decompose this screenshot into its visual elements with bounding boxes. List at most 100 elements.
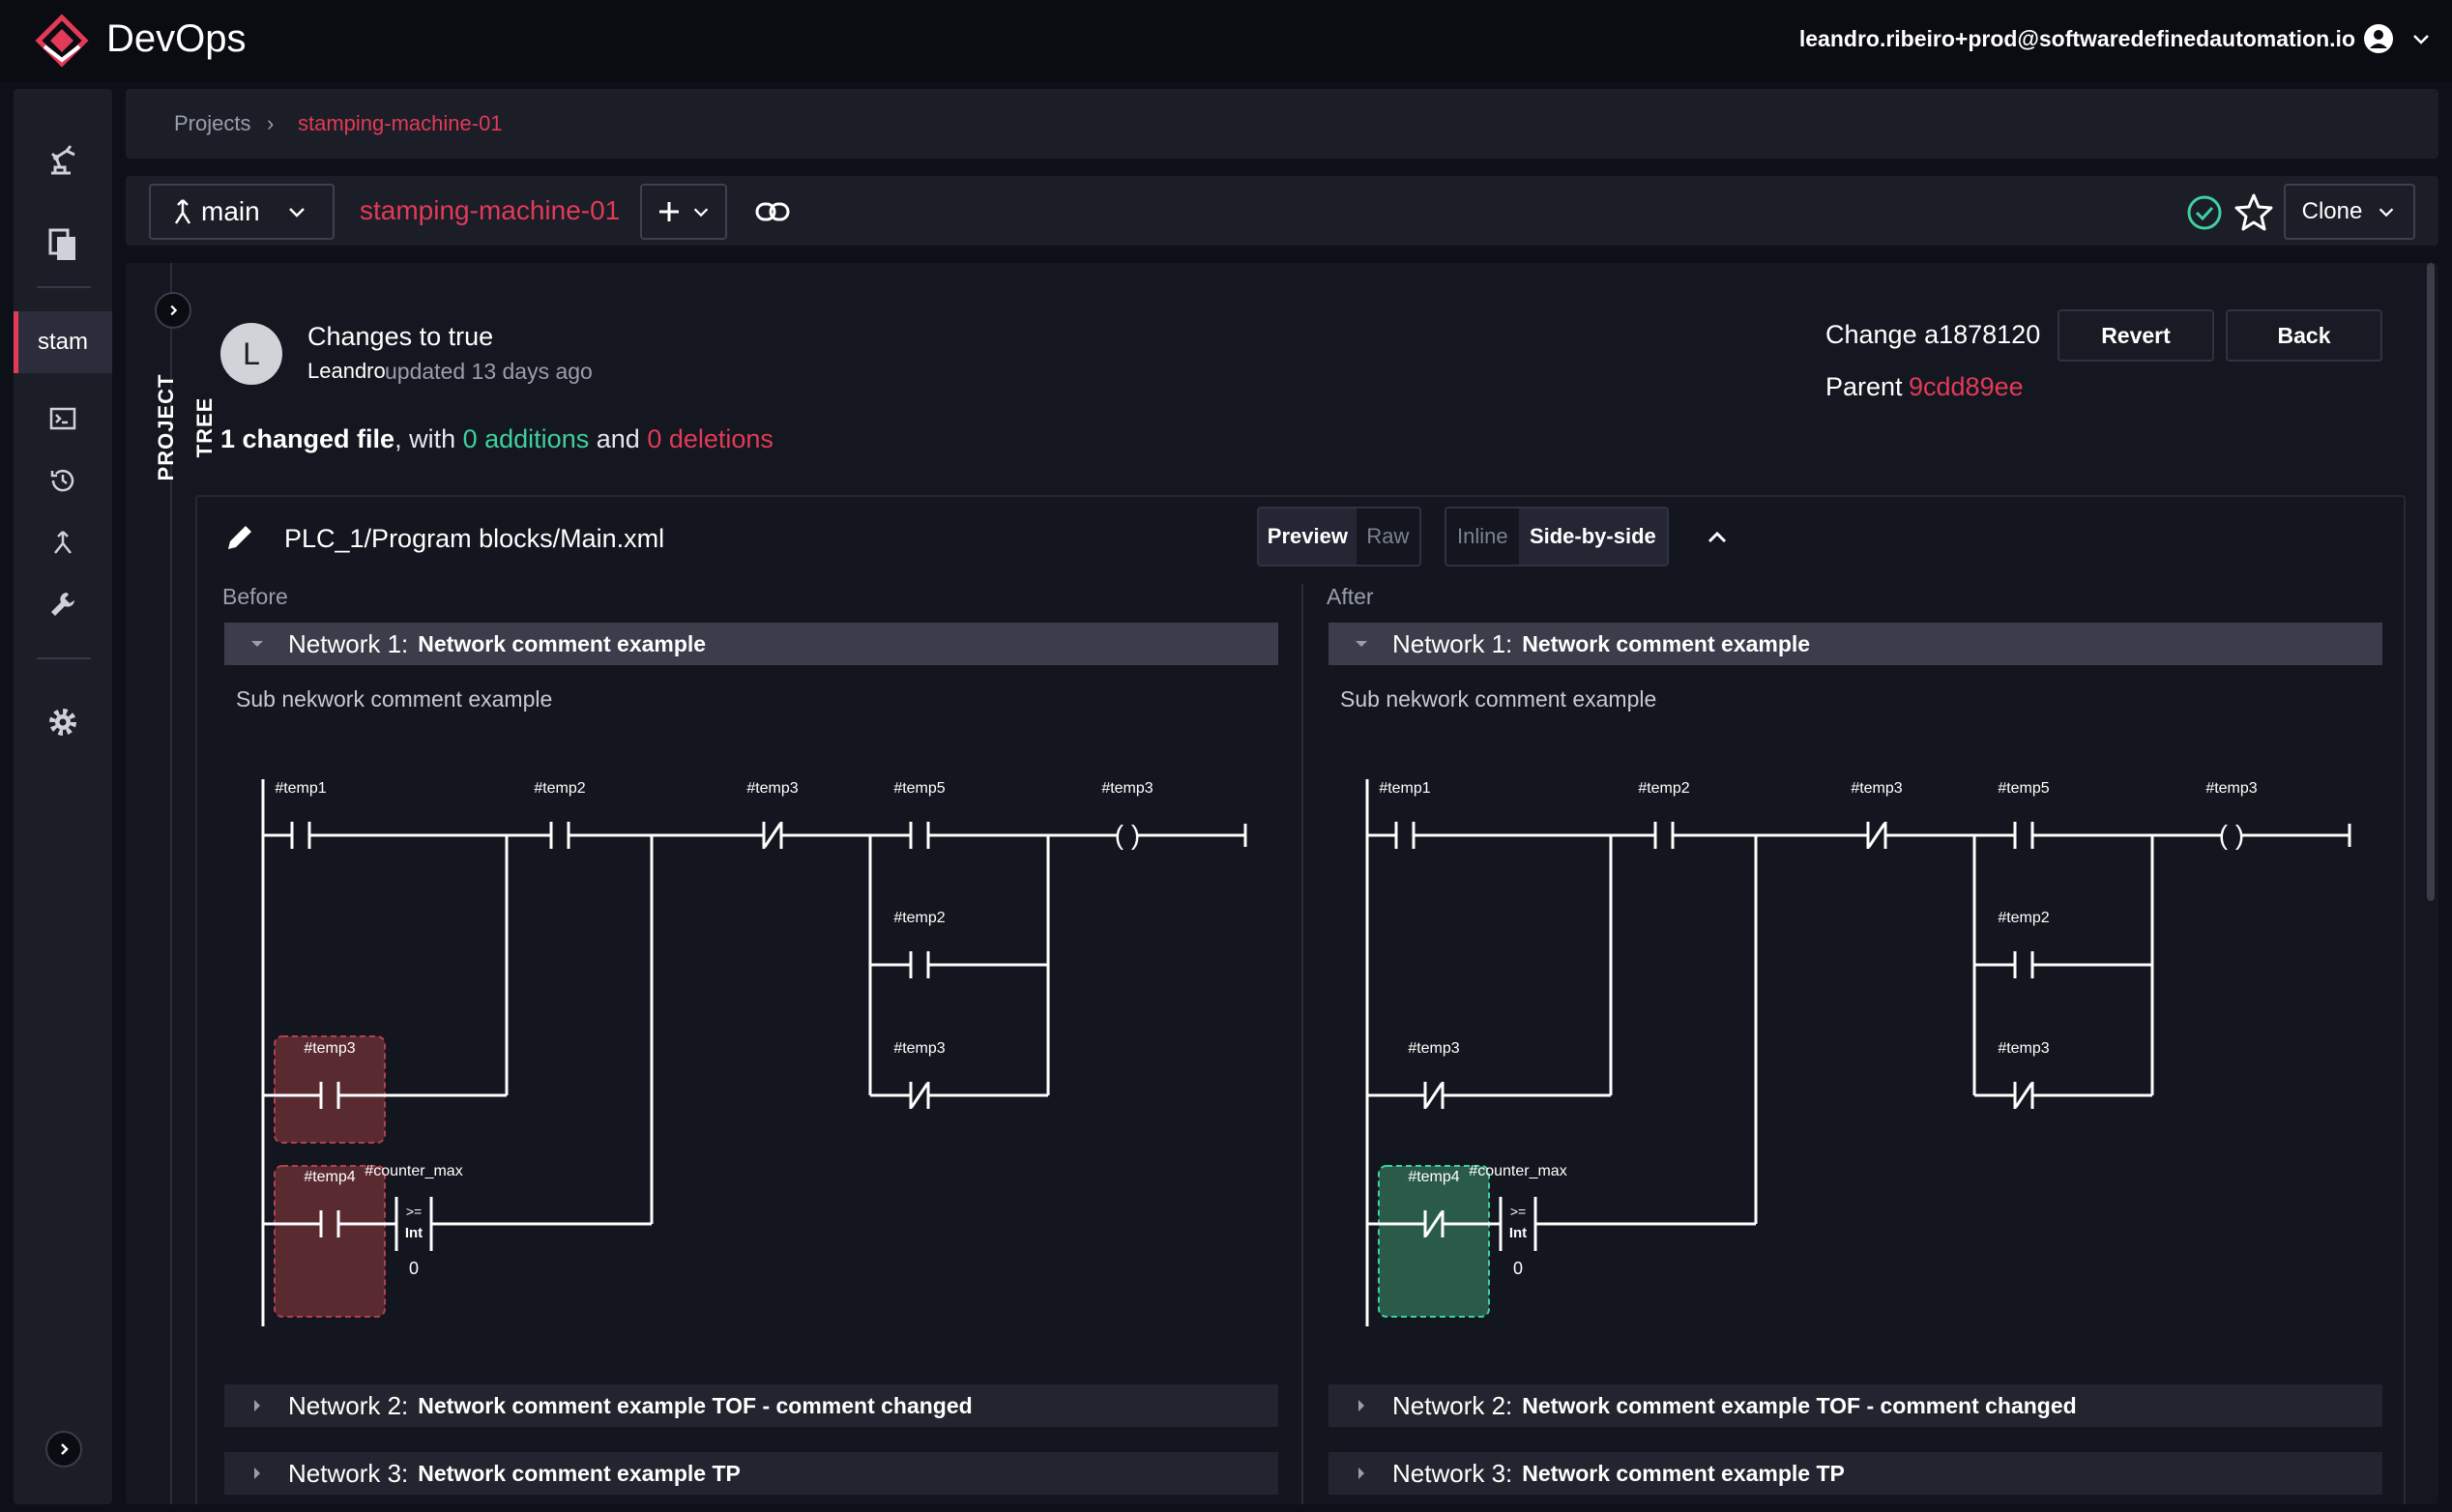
chevron-down-icon[interactable]	[2409, 27, 2433, 50]
terminal-icon[interactable]	[41, 396, 85, 441]
side-by-side-tab[interactable]: Side-by-side	[1518, 509, 1667, 565]
repository-name[interactable]: stamping-machine-01	[360, 193, 620, 228]
pencil-icon	[228, 526, 251, 549]
inline-tab[interactable]: Inline	[1446, 509, 1519, 565]
coil-symbol: ( )	[1115, 820, 1140, 850]
network-number: Network 2:	[1392, 1390, 1513, 1420]
contact-tag-label: #temp4	[304, 1169, 355, 1185]
user-email[interactable]: leandro.ribeiro+prod@softwaredefinedauto…	[1799, 21, 2355, 56]
contact-tag-label: #temp3	[1408, 1040, 1459, 1057]
breadcrumb-current[interactable]: stamping-machine-01	[298, 110, 503, 137]
caret-right-icon	[254, 1468, 260, 1479]
contact-tag-label: #temp4	[1408, 1169, 1459, 1185]
network-2-header-after[interactable]: Network 2: Network comment example TOF -…	[1328, 1384, 2382, 1427]
network-3-header-before[interactable]: Network 3: Network comment example TP	[224, 1452, 1278, 1495]
branch-selector[interactable]: main	[149, 184, 335, 240]
robot-arm-icon[interactable]	[41, 137, 85, 182]
chevron-down-icon	[693, 208, 709, 218]
network-number: Network 1:	[288, 628, 409, 658]
project-short-label: stam	[37, 329, 88, 355]
sub-network-comment-after: Sub nekwork comment example	[1340, 686, 1657, 712]
network-comment: Network comment example TOF - comment ch…	[418, 1392, 973, 1418]
network-number: Network 1:	[1392, 628, 1513, 658]
contact-tag-label: #temp3	[746, 780, 798, 797]
sub-network-comment-before: Sub nekwork comment example	[236, 686, 553, 712]
caret-right-icon	[1358, 1400, 1364, 1411]
network-2-header-before[interactable]: Network 2: Network comment example TOF -…	[224, 1384, 1278, 1427]
breadcrumb-separator: ›	[267, 111, 275, 135]
settings-icon[interactable]	[41, 700, 85, 744]
compare-value: 0	[1513, 1259, 1523, 1278]
change-id: Change a1878120	[1825, 320, 2041, 349]
plus-icon	[659, 202, 679, 221]
raw-tab[interactable]: Raw	[1357, 509, 1419, 565]
network-1-header-before[interactable]: Network 1: Network comment example	[224, 623, 1278, 665]
network-comment: Network comment example TOF - comment ch…	[1522, 1392, 2077, 1418]
network-3-header-after[interactable]: Network 3: Network comment example TP	[1328, 1452, 2382, 1495]
contact-tag-label: #temp3	[304, 1040, 355, 1057]
before-heading: Before	[222, 584, 288, 609]
nav-divider	[37, 657, 91, 659]
link-icon	[755, 202, 790, 221]
copy-link-button[interactable]	[750, 189, 795, 234]
contact-tag-label: #temp2	[1638, 780, 1689, 797]
avatar: L	[220, 323, 282, 385]
removed-element-highlight	[274, 1165, 386, 1318]
compare-operator: >=	[1510, 1204, 1526, 1219]
changed-files-count: 1 changed file	[220, 424, 395, 453]
caret-down-icon	[1356, 641, 1367, 647]
network-1-header-after[interactable]: Network 1: Network comment example	[1328, 623, 2382, 665]
caret-right-icon	[254, 1400, 260, 1411]
compare-type: Int	[405, 1225, 423, 1241]
caret-right-icon	[1358, 1468, 1364, 1479]
chevron-right-icon	[170, 305, 178, 316]
deletions-count: 0 deletions	[647, 424, 774, 453]
commit-updated: updated 13 days ago	[385, 359, 593, 384]
branch-icon[interactable]	[41, 520, 85, 565]
after-heading: After	[1327, 584, 1374, 609]
app-name: DevOps	[106, 17, 247, 60]
expand-sidebar-button[interactable]	[45, 1431, 82, 1468]
branch-name: main	[201, 196, 260, 226]
project-tree-toggle[interactable]	[155, 292, 191, 329]
breadcrumb: Projects › stamping-machine-01	[126, 89, 2438, 159]
chevron-down-icon	[2379, 208, 2394, 218]
parent-label: Parent	[1825, 372, 1903, 401]
branch-icon	[174, 199, 191, 224]
preview-tab[interactable]: Preview	[1259, 509, 1357, 565]
commit-view: PROJECT TREE L Changes to true Leandro u…	[126, 263, 2438, 1504]
logo-icon[interactable]	[35, 14, 89, 68]
add-menu-button[interactable]	[640, 184, 727, 240]
back-button[interactable]: Back	[2226, 309, 2382, 362]
diff-summary: 1 changed file, with 0 additions and 0 d…	[220, 422, 774, 456]
scrollbar[interactable]	[2427, 263, 2435, 901]
breadcrumb-projects-link[interactable]: Projects	[174, 110, 250, 137]
commit-author: Leandro	[307, 359, 386, 383]
project-tree-label[interactable]: PROJECT TREE	[147, 340, 217, 514]
ladder-diagram-after: #temp1 #temp2 #temp3 #temp5 ( ) #temp3 #temp2 #…	[1365, 779, 2351, 1326]
sidebar-item-project[interactable]: stam	[14, 311, 112, 373]
contact-slash	[910, 1083, 929, 1108]
user-account-icon[interactable]	[2363, 23, 2394, 54]
clone-button[interactable]: Clone	[2284, 184, 2415, 240]
star-icon[interactable]	[2233, 191, 2274, 232]
compare-value: 0	[409, 1259, 419, 1278]
revert-button[interactable]: Revert	[2058, 309, 2214, 362]
additions-count: 0 additions	[462, 424, 590, 453]
coil-tag-label: #temp3	[1101, 780, 1153, 797]
clone-label: Clone	[2301, 198, 2363, 224]
compare-operator: >=	[406, 1204, 422, 1219]
collapse-file-icon[interactable]	[1700, 520, 1735, 555]
files-icon[interactable]	[41, 222, 85, 267]
history-icon[interactable]	[41, 458, 85, 503]
contact-tag-label: #temp1	[1379, 780, 1430, 797]
file-diff-card: PLC_1/Program blocks/Main.xml Preview Ra…	[195, 495, 2406, 1504]
wrench-icon[interactable]	[41, 582, 85, 626]
contact-slash	[1424, 1083, 1444, 1108]
added-element-highlight	[1378, 1165, 1490, 1318]
contact-slash	[2014, 1083, 2033, 1108]
network-number: Network 3:	[1392, 1458, 1513, 1488]
parent-hash-link[interactable]: 9cdd89ee	[1909, 369, 2024, 404]
chevron-down-icon	[288, 208, 305, 218]
nav-divider	[37, 286, 91, 288]
